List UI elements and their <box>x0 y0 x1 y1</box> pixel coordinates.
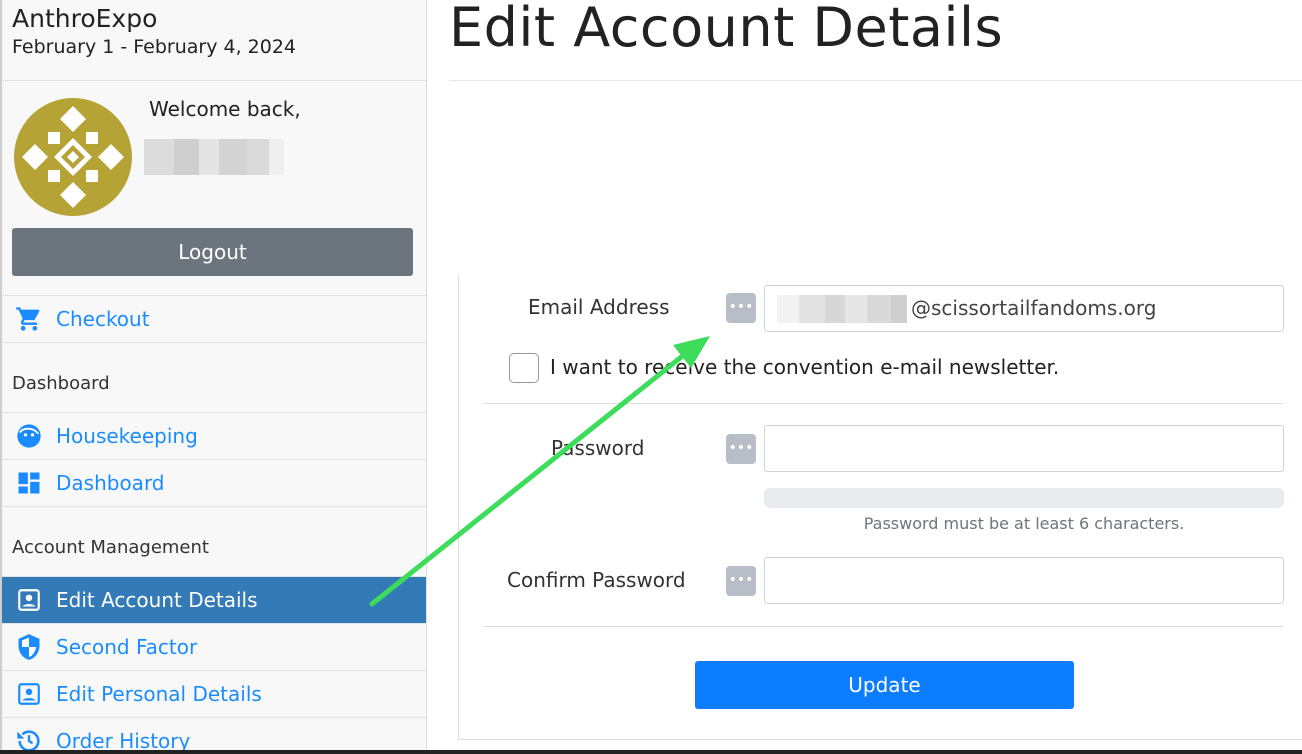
sidebar-item-label: Edit Personal Details <box>56 682 262 706</box>
more-dots-icon[interactable]: ••• <box>726 293 756 323</box>
password-strength-bar <box>764 488 1284 508</box>
more-dots-icon[interactable]: ••• <box>726 566 756 596</box>
cart-icon <box>14 304 44 334</box>
newsletter-checkbox[interactable] <box>509 353 539 383</box>
newsletter-label: I want to receive the convention e-mail … <box>550 355 1060 379</box>
form-divider <box>483 403 1283 404</box>
password-hint: Password must be at least 6 characters. <box>863 514 1185 533</box>
section-header-dashboard: Dashboard <box>2 343 426 413</box>
brand-block: AnthroExpo February 1 - February 4, 2024 <box>2 0 426 81</box>
account-box-icon <box>14 679 44 709</box>
sidebar-item-label: Edit Account Details <box>56 588 258 612</box>
profile-panel: Welcome back, Logout <box>2 81 426 296</box>
logout-button[interactable]: Logout <box>12 228 413 276</box>
face-icon <box>14 421 44 451</box>
page-title: Edit Account Details <box>449 0 1004 59</box>
section-header-account: Account Management <box>2 507 426 577</box>
password-field[interactable] <box>764 425 1284 472</box>
sidebar-item-order-history[interactable]: Order History <box>2 718 426 754</box>
sidebar-item-dashboard[interactable]: Dashboard <box>2 460 426 507</box>
redacted-email-user <box>777 294 907 323</box>
sidebar-item-label: Dashboard <box>56 471 165 495</box>
sidebar: AnthroExpo February 1 - February 4, 2024 <box>0 0 427 754</box>
email-domain: @scissortailfandoms.org <box>911 296 1157 320</box>
redacted-username <box>144 139 284 175</box>
update-button[interactable]: Update <box>695 661 1074 709</box>
form-divider <box>483 626 1283 627</box>
sidebar-item-label: Checkout <box>56 307 150 331</box>
more-dots-icon[interactable]: ••• <box>726 434 756 464</box>
shield-icon <box>14 632 44 662</box>
sidebar-item-checkout[interactable]: Checkout <box>2 296 426 343</box>
sidebar-item-label: Housekeeping <box>56 424 198 448</box>
brand-name: AnthroExpo <box>12 4 158 33</box>
avatar <box>14 98 132 216</box>
email-field[interactable]: @scissortailfandoms.org <box>764 285 1284 332</box>
sidebar-item-housekeeping[interactable]: Housekeeping <box>2 413 426 460</box>
password-label: Password <box>551 436 645 460</box>
event-dates: February 1 - February 4, 2024 <box>12 36 297 58</box>
sidebar-item-edit-personal[interactable]: Edit Personal Details <box>2 671 426 718</box>
window-bottom-edge <box>0 750 1302 754</box>
title-divider <box>449 80 1302 81</box>
account-box-icon <box>14 585 44 615</box>
sidebar-item-label: Second Factor <box>56 635 198 659</box>
email-label: Email Address <box>528 295 670 319</box>
confirm-password-field[interactable] <box>764 557 1284 604</box>
dashboard-grid-icon <box>14 468 44 498</box>
sidebar-item-second-factor[interactable]: Second Factor <box>2 624 426 671</box>
confirm-password-label: Confirm Password <box>507 568 686 592</box>
welcome-text: Welcome back, <box>149 97 301 121</box>
sidebar-item-edit-account[interactable]: Edit Account Details <box>2 577 426 624</box>
